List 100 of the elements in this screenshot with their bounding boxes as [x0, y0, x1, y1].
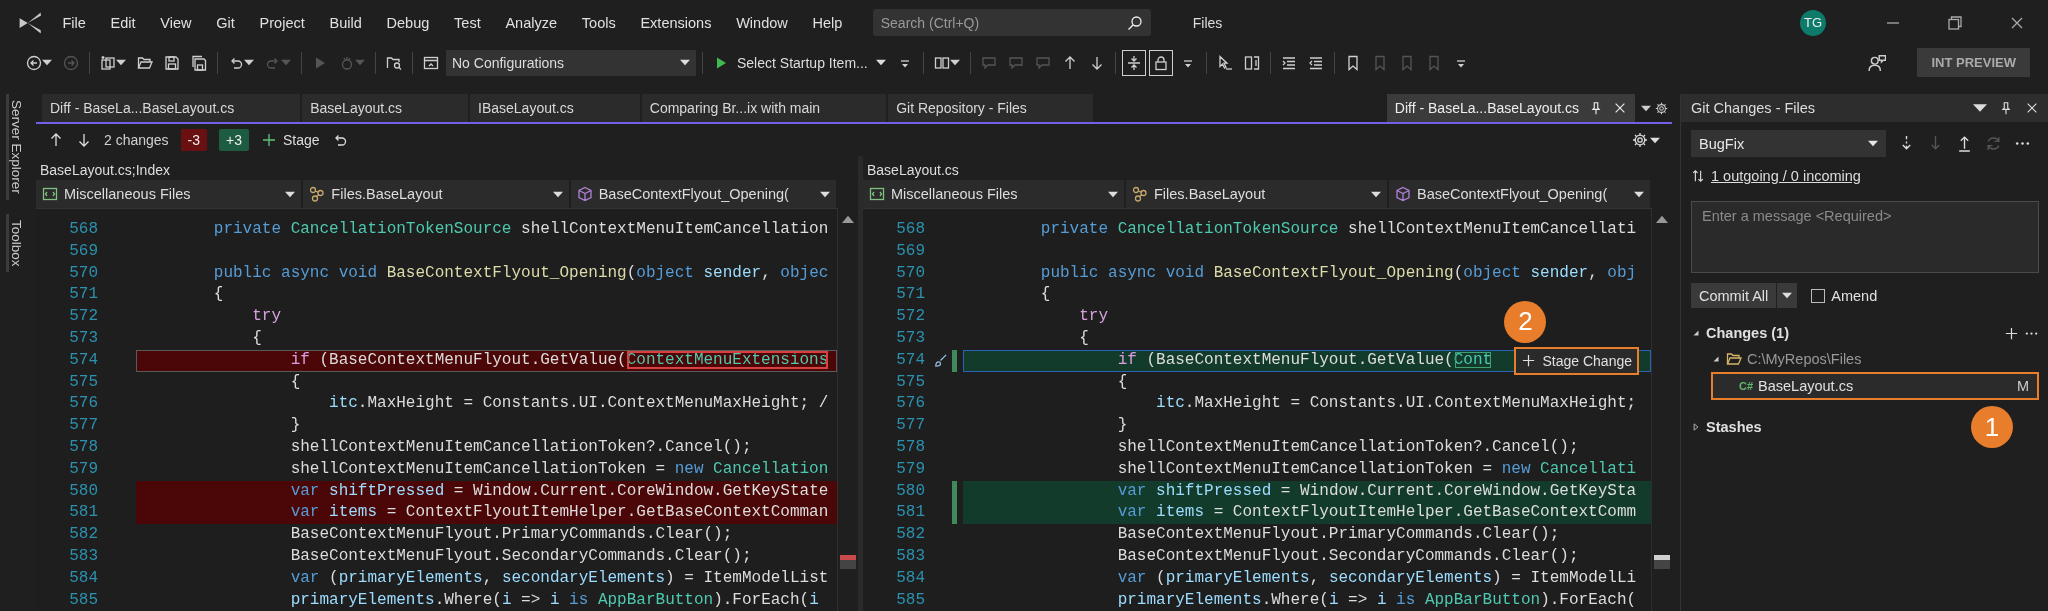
document-tab[interactable]: IBaseLayout.cs: [470, 94, 640, 122]
menu-item[interactable]: Window: [723, 14, 801, 31]
line-number: 582: [68, 524, 98, 546]
menu-item[interactable]: Git: [203, 14, 248, 31]
menu-item[interactable]: Help: [800, 14, 855, 31]
menu-item[interactable]: Extensions: [628, 14, 724, 31]
scrollbar[interactable]: [837, 209, 858, 611]
caret-icon: [1371, 190, 1381, 198]
toolbar-button[interactable]: [1148, 49, 1173, 76]
menu-item[interactable]: Project: [247, 14, 318, 31]
restore-icon[interactable]: [1947, 14, 1963, 31]
menu-item[interactable]: Build: [317, 14, 375, 31]
code-line: {: [1039, 285, 1051, 306]
caret-icon: [1782, 292, 1793, 299]
stage-button[interactable]: Stage: [261, 132, 320, 148]
scroll-up-icon[interactable]: [1656, 213, 1668, 225]
collapsed-arrow-icon[interactable]: [1691, 422, 1701, 432]
comment-icon: [1007, 54, 1024, 71]
cube-icon: [1395, 186, 1411, 202]
code-line: {: [1078, 329, 1089, 349]
line-number: 578: [68, 436, 98, 458]
close-icon[interactable]: [2025, 101, 2039, 115]
caret-icon: [875, 59, 886, 66]
change-count: 2 changes: [104, 132, 169, 148]
branch-dropdown[interactable]: BugFix: [1691, 130, 1886, 157]
line-number: 568: [895, 219, 925, 240]
document-tab[interactable]: BaseLayout.cs: [302, 94, 469, 122]
code-line: if (BaseContextMenuFlyout.GetValue(ContextMenuExtensions: [289, 350, 829, 371]
pin-icon[interactable]: [1589, 101, 1603, 115]
caret-icon: [552, 190, 563, 198]
menu-item[interactable]: View: [147, 14, 204, 31]
checkbox[interactable]: [1811, 288, 1826, 303]
document-tab[interactable]: Comparing Br...ix with main: [641, 94, 887, 122]
document-tab[interactable]: Diff - BaseLa...BaseLayout.cs: [42, 94, 301, 122]
scroll-up-icon[interactable]: [842, 213, 854, 225]
step-callout: 1: [1971, 406, 2013, 448]
settings-icon[interactable]: [1655, 101, 1668, 115]
line-number: 579: [895, 458, 925, 480]
line-number: 574: [68, 349, 98, 371]
code-line: var items = ContextFlyoutItemHelper.GetBaseContextComm: [1116, 503, 1637, 524]
line-number: 570: [68, 262, 98, 284]
cube-icon: [576, 186, 593, 202]
line-number: 577: [68, 415, 98, 437]
document-tab[interactable]: Diff - BaseLa...BaseLayout.cs: [1386, 94, 1635, 122]
menu-item[interactable]: File: [50, 14, 99, 31]
menu-item[interactable]: Debug: [374, 14, 442, 31]
code-line: try: [251, 307, 282, 327]
line-number: 583: [895, 545, 925, 567]
line-number: 582: [895, 524, 925, 546]
document-tab[interactable]: Git Repository - Files: [888, 94, 1093, 122]
commit-options-button[interactable]: [1777, 283, 1798, 308]
file-title: BaseLayout.cs;Index: [40, 162, 170, 180]
user-avatar[interactable]: TG: [1800, 9, 1826, 36]
file-row[interactable]: C# BaseLayout.cs M: [1711, 372, 2039, 400]
menu-item[interactable]: Edit: [98, 14, 148, 31]
line-number: 575: [895, 371, 925, 393]
caret-icon[interactable]: [1650, 136, 1660, 144]
menu-item[interactable]: Test: [441, 14, 494, 31]
code-line: }: [289, 416, 301, 436]
commit-all-button[interactable]: Commit All: [1691, 283, 1778, 308]
brush-icon[interactable]: [933, 353, 948, 369]
folder-icon: [1726, 351, 1742, 367]
comment-icon: [980, 54, 997, 71]
save-icon: [164, 54, 180, 71]
menu-item[interactable]: Analyze: [493, 14, 570, 31]
configuration-dropdown[interactable]: No Configurations: [446, 49, 696, 76]
next-change-icon[interactable]: [76, 132, 92, 148]
side-tab[interactable]: Server Explorer: [6, 94, 24, 200]
settings-icon[interactable]: [1632, 132, 1648, 148]
folder-path[interactable]: C:\MyRepos\Files: [1747, 351, 1862, 367]
search-field[interactable]: Search (Ctrl+Q): [872, 9, 1151, 36]
solution-name: Files: [1192, 14, 1223, 31]
close-icon[interactable]: [1613, 101, 1627, 115]
preview-button[interactable]: INT PREVIEW: [1917, 48, 2030, 77]
section-header[interactable]: Changes (1): [1706, 325, 1789, 341]
expanded-arrow-icon[interactable]: [1691, 328, 1701, 338]
menu-item[interactable]: Tools: [569, 14, 629, 31]
feedback-icon[interactable]: [1868, 53, 1887, 72]
line-number: 580: [895, 480, 925, 502]
push-icon[interactable]: [1956, 135, 1973, 152]
commit-message-field[interactable]: Enter a message <Required>: [1691, 201, 2039, 273]
caret-icon: [820, 190, 830, 198]
line-number: 585: [895, 589, 925, 611]
section-header[interactable]: Stashes: [1706, 419, 1762, 435]
compare-icon: [1243, 54, 1260, 71]
line-number: 568: [68, 219, 98, 240]
pin-icon[interactable]: [1999, 101, 2013, 115]
sync-status-link[interactable]: 1 outgoing / 0 incoming: [1711, 168, 1861, 184]
plus-icon[interactable]: [2004, 325, 2019, 341]
caret-icon[interactable]: [1641, 104, 1651, 112]
line-number: 583: [68, 545, 98, 567]
line-number: 569: [895, 240, 925, 262]
code-line: public async void BaseContextFlyout_Opening(object sender, objec: [212, 263, 829, 284]
side-tab[interactable]: Toolbox: [6, 213, 24, 273]
line-number: 573: [895, 328, 925, 349]
startup-item-button[interactable]: Select Startup Item...: [709, 54, 890, 71]
code-line: private CancellationTokenSource shellContextMenuItemCancellation: [212, 220, 829, 240]
expanded-arrow-icon[interactable]: [1711, 354, 1721, 364]
toolbar-button[interactable]: [1121, 49, 1146, 76]
line-number: 581: [895, 502, 925, 524]
